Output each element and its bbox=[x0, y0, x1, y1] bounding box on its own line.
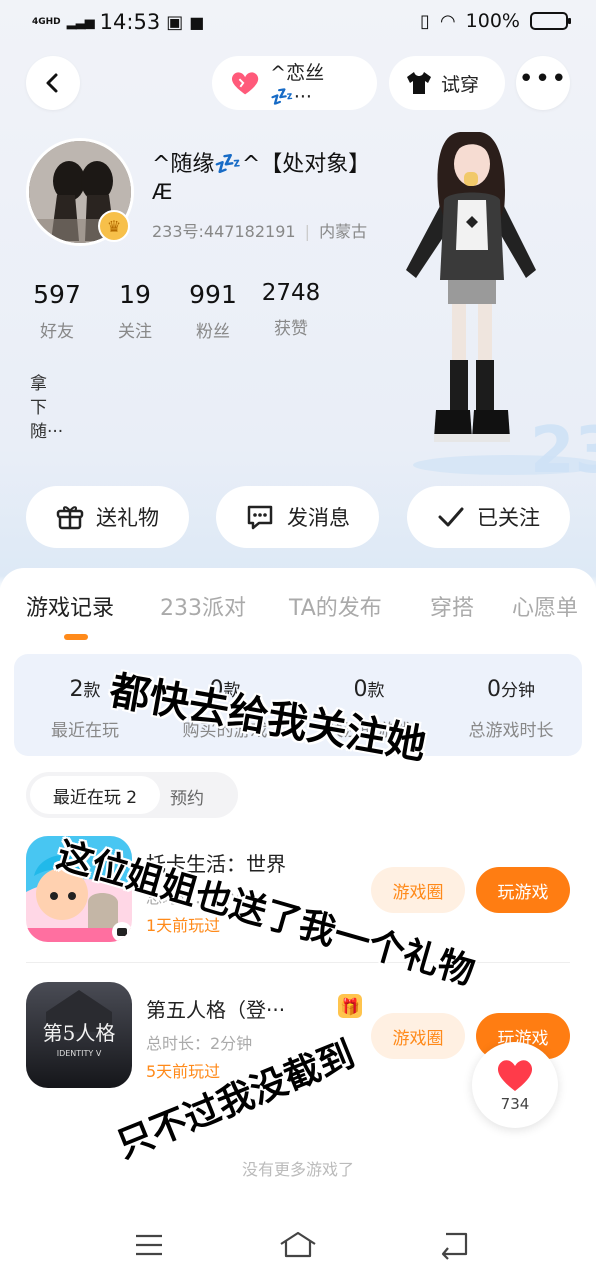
signal-icon: ▂▃▅ bbox=[66, 14, 95, 30]
back-arrow-icon bbox=[46, 73, 58, 93]
send-gift-button[interactable]: 送礼物 bbox=[26, 486, 189, 548]
back-button[interactable] bbox=[26, 56, 80, 110]
hearts-icon bbox=[231, 72, 259, 95]
subtab-recent[interactable]: 最近在玩 2 bbox=[30, 776, 160, 814]
game-circle-button[interactable]: 游戏圈 bbox=[371, 1013, 465, 1059]
identity-v-logo-sub: IDENTITY V bbox=[57, 1049, 102, 1058]
check-icon bbox=[438, 507, 464, 527]
game-circle-button[interactable]: 游戏圈 bbox=[371, 867, 465, 913]
summary-value: 0 bbox=[487, 677, 501, 702]
profile-id: 233号:447182191 bbox=[152, 222, 296, 241]
try-on-button[interactable]: 试穿 bbox=[389, 56, 505, 110]
status-bar: 4GHD ▂▃▅ 14:53 ▣ ■ ▯ ◠ 100% bbox=[0, 0, 596, 46]
network-indicator: 4GHD bbox=[32, 16, 61, 27]
tab-233-party[interactable]: 233派对 bbox=[160, 590, 246, 622]
message-icon bbox=[247, 505, 273, 530]
summary-unit: 款 bbox=[367, 681, 385, 701]
battery-icon bbox=[530, 12, 571, 30]
platform-badge: 233 bbox=[530, 414, 596, 480]
battery-percent: 100% bbox=[465, 10, 520, 32]
bio-line: 拿 bbox=[30, 374, 47, 394]
profile-subname: Æ bbox=[152, 180, 173, 204]
tab-game-records[interactable]: 游戏记录 bbox=[26, 590, 114, 622]
stat-value: 2748 bbox=[261, 280, 321, 306]
stat-value: 991 bbox=[189, 280, 237, 309]
subtab-reserved[interactable]: 预约 bbox=[170, 784, 204, 809]
profile-name: ^随缘💤^【处对象】 bbox=[152, 152, 371, 177]
play-game-button[interactable]: 玩游戏 bbox=[476, 867, 570, 913]
try-on-label: 试穿 bbox=[441, 73, 480, 96]
game-icon-identity-v[interactable]: 第5人格 IDENTITY V bbox=[26, 982, 132, 1088]
gift-badge-icon: 🎁 bbox=[338, 994, 362, 1018]
more-button[interactable]: ••• bbox=[516, 56, 570, 110]
game-playtime: 总时长：2分钟 bbox=[146, 1034, 253, 1053]
profile-bio[interactable]: 拿 下 随··· bbox=[30, 372, 63, 444]
sim-icon: ▣ bbox=[166, 11, 184, 33]
summary-value: 0 bbox=[353, 677, 368, 702]
stat-label: 获赞 bbox=[274, 319, 308, 339]
tab-posts[interactable]: TA的发布 bbox=[289, 590, 382, 622]
tab-indicator bbox=[64, 634, 88, 640]
summary-unit: 分钟 bbox=[501, 681, 535, 701]
menu-icon[interactable] bbox=[134, 1232, 164, 1258]
divider bbox=[26, 962, 570, 963]
stat-label: 粉丝 bbox=[196, 322, 230, 342]
summary-value: 2 bbox=[69, 677, 84, 702]
avatar-character[interactable]: 233 bbox=[388, 120, 596, 480]
like-count: 734 bbox=[500, 1095, 530, 1113]
following-button[interactable]: 已关注 bbox=[407, 486, 570, 548]
stat-following[interactable]: 19 关注 bbox=[100, 280, 170, 342]
heart-icon bbox=[497, 1060, 533, 1091]
send-gift-label: 送礼物 bbox=[96, 506, 159, 530]
profile-location: 内蒙古 bbox=[319, 222, 368, 241]
profile-id-line: 233号:447182191 | 内蒙古 bbox=[152, 222, 368, 241]
summary-label: 最近在玩 bbox=[51, 721, 119, 741]
send-message-label: 发消息 bbox=[287, 506, 350, 530]
video-icon: ■ bbox=[189, 12, 205, 32]
bio-line: 下 bbox=[30, 398, 47, 418]
more-dots-icon: ••• bbox=[518, 64, 568, 94]
home-icon[interactable] bbox=[278, 1230, 318, 1260]
system-nav-bar bbox=[0, 1210, 596, 1280]
game-title[interactable]: 第五人格（登··· bbox=[146, 994, 285, 1023]
stat-label: 关注 bbox=[118, 322, 152, 342]
back-nav-icon[interactable] bbox=[438, 1230, 470, 1260]
bio-line: 随··· bbox=[30, 422, 64, 442]
summary-playtime[interactable]: 0分钟 总游戏时长 bbox=[446, 676, 576, 741]
gift-icon bbox=[56, 506, 84, 530]
stat-value: 597 bbox=[33, 280, 81, 309]
couple-tag-label: ^恋丝💤··· bbox=[270, 62, 325, 108]
vibrate-icon: ▯ bbox=[420, 10, 430, 32]
no-more-games: 没有更多游戏了 bbox=[241, 1160, 354, 1179]
vip-crown-icon: ♛ bbox=[98, 210, 130, 242]
couple-tag-button[interactable]: ^恋丝💤··· bbox=[212, 56, 377, 110]
send-message-button[interactable]: 发消息 bbox=[216, 486, 379, 548]
following-label: 已关注 bbox=[477, 506, 540, 530]
stat-fans[interactable]: 991 粉丝 bbox=[178, 280, 248, 342]
summary-unit: 款 bbox=[83, 681, 101, 701]
stat-value: 19 bbox=[119, 280, 151, 309]
clock: 14:53 bbox=[99, 10, 161, 34]
identity-v-icon: 第5人格 IDENTITY V bbox=[26, 982, 132, 1088]
stat-likes[interactable]: 2748 获赞 bbox=[256, 280, 326, 339]
identity-v-logo-text: 第5人格 bbox=[43, 1021, 116, 1045]
tab-wishlist[interactable]: 心愿单 bbox=[512, 590, 578, 622]
stat-label: 好友 bbox=[40, 322, 74, 342]
tab-outfits[interactable]: 穿搭 bbox=[430, 590, 474, 622]
stat-friends[interactable]: 597 好友 bbox=[22, 280, 92, 342]
summary-label: 总游戏时长 bbox=[468, 721, 554, 741]
like-button[interactable]: 734 bbox=[472, 1042, 558, 1128]
tshirt-icon bbox=[407, 72, 431, 94]
wifi-icon: ◠ bbox=[439, 10, 456, 32]
